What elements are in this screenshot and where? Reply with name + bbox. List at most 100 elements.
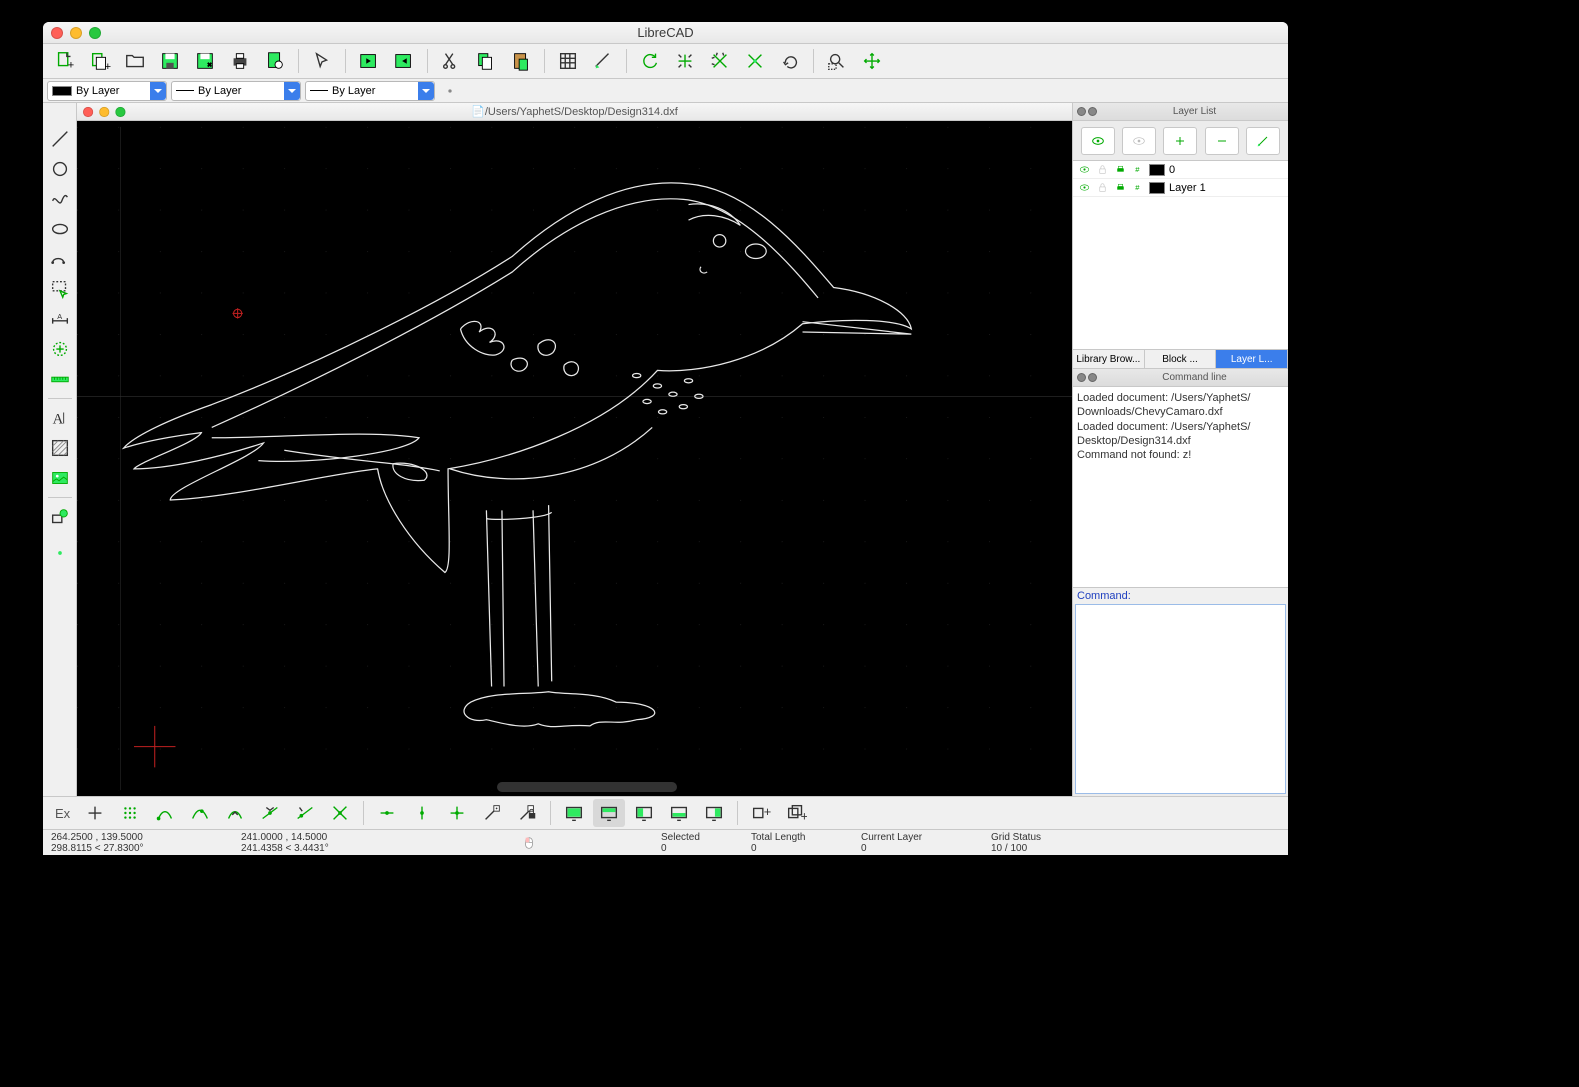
restrict-nothing-button[interactable] xyxy=(371,799,403,827)
window-minimize-button[interactable] xyxy=(70,27,82,39)
layer-panel-float-icon[interactable] xyxy=(1088,107,1097,116)
screen3-button[interactable] xyxy=(628,799,660,827)
zoom-pan-button[interactable] xyxy=(856,47,888,75)
snap-grid-button[interactable] xyxy=(114,799,146,827)
measure-tool-button[interactable] xyxy=(46,365,74,393)
cmd-panel-float-icon[interactable] xyxy=(1088,373,1097,382)
open-file-button[interactable] xyxy=(119,47,151,75)
lock-relative-zero-button[interactable] xyxy=(511,799,543,827)
tab-block[interactable]: Block ... xyxy=(1145,350,1217,368)
layer-row[interactable]: # Layer 1 xyxy=(1073,179,1288,197)
dimension-tool-button[interactable]: A xyxy=(46,305,74,333)
save-button[interactable] xyxy=(154,47,186,75)
save-as-button[interactable] xyxy=(189,47,221,75)
zoom-previous-button[interactable] xyxy=(774,47,806,75)
zoom-auto-button[interactable] xyxy=(739,47,771,75)
print-button[interactable] xyxy=(224,47,256,75)
selection-pointer-button[interactable] xyxy=(306,47,338,75)
horizontal-scrollbar[interactable] xyxy=(497,782,677,792)
ellipse-tool-button[interactable] xyxy=(46,215,74,243)
window-zoom-button[interactable] xyxy=(89,27,101,39)
document-path: 📄/Users/YaphetS/Desktop/Design314.dxf xyxy=(77,105,1072,118)
command-panel-header: Command line xyxy=(1073,369,1288,387)
snap-on-entity-button[interactable] xyxy=(184,799,216,827)
new-file-button[interactable]: + xyxy=(49,47,81,75)
zoom-in-button[interactable] xyxy=(669,47,701,75)
copy-button[interactable] xyxy=(470,47,502,75)
ex-snap-label[interactable]: Ex xyxy=(49,806,76,821)
cut-button[interactable] xyxy=(435,47,467,75)
select-tool-button[interactable] xyxy=(46,275,74,303)
paste-button[interactable] xyxy=(505,47,537,75)
undo-button[interactable] xyxy=(353,47,385,75)
eye-icon[interactable] xyxy=(1077,163,1091,177)
grid-button[interactable] xyxy=(552,47,584,75)
cmd-panel-close-icon[interactable] xyxy=(1077,373,1086,382)
construction-icon[interactable]: # xyxy=(1131,163,1145,177)
layer-color-swatch[interactable] xyxy=(1149,182,1165,194)
block-tool-button[interactable] xyxy=(46,503,74,531)
window-close-button[interactable] xyxy=(51,27,63,39)
zoom-window-button[interactable] xyxy=(821,47,853,75)
circle-tool-button[interactable] xyxy=(46,155,74,183)
eye-icon[interactable] xyxy=(1077,181,1091,195)
command-input[interactable] xyxy=(1075,604,1286,794)
layer-color-swatch[interactable] xyxy=(1149,164,1165,176)
tab-library[interactable]: Library Brow... xyxy=(1073,350,1145,368)
linetype-options-button[interactable] xyxy=(439,81,461,101)
layer-panel-close-icon[interactable] xyxy=(1077,107,1086,116)
print-icon[interactable] xyxy=(1113,163,1127,177)
snap-distance-button[interactable] xyxy=(289,799,321,827)
image-tool-button[interactable] xyxy=(46,464,74,492)
layer-list[interactable]: # 0 # Layer 1 xyxy=(1073,161,1288,349)
polar-coord: 298.8115 < 27.8300° xyxy=(51,843,201,854)
layer-hide-all-button[interactable] xyxy=(1122,127,1156,155)
snap-middle-button[interactable] xyxy=(254,799,286,827)
right-panel-tabs: Library Brow... Block ... Layer L... xyxy=(1073,349,1288,369)
svg-text:#: # xyxy=(1135,183,1140,192)
snap-center-button[interactable] xyxy=(219,799,251,827)
layer-row[interactable]: # 0 xyxy=(1073,161,1288,179)
svg-text:+: + xyxy=(105,61,111,72)
modify-tool-button[interactable] xyxy=(46,335,74,363)
hatch-tool-button[interactable] xyxy=(46,434,74,462)
linetype-combo[interactable]: By Layer xyxy=(305,81,435,101)
print-preview-button[interactable] xyxy=(259,47,291,75)
restrict-orthogonal-button[interactable] xyxy=(406,799,438,827)
linewidth-combo[interactable]: By Layer xyxy=(171,81,301,101)
construction-icon[interactable]: # xyxy=(1131,181,1145,195)
property-bar: By Layer By Layer By Layer xyxy=(43,79,1288,103)
add-view-button[interactable]: + xyxy=(745,799,777,827)
layer-show-all-button[interactable] xyxy=(1081,127,1115,155)
snap-free-button[interactable] xyxy=(79,799,111,827)
redo-button[interactable] xyxy=(388,47,420,75)
relative-zero-button[interactable] xyxy=(476,799,508,827)
lock-icon[interactable] xyxy=(1095,181,1109,195)
redraw-button[interactable] xyxy=(634,47,666,75)
curve-tool-button[interactable] xyxy=(46,185,74,213)
zoom-out-button[interactable] xyxy=(704,47,736,75)
layer-add-button[interactable] xyxy=(1163,127,1197,155)
tab-layer[interactable]: Layer L... xyxy=(1216,350,1288,368)
color-combo[interactable]: By Layer xyxy=(47,81,167,101)
line-tool-button[interactable] xyxy=(46,125,74,153)
draft-mode-button[interactable] xyxy=(587,47,619,75)
layer-edit-button[interactable] xyxy=(1246,127,1280,155)
print-icon[interactable] xyxy=(1113,181,1127,195)
polyline-tool-button[interactable] xyxy=(46,245,74,273)
screen5-button[interactable] xyxy=(698,799,730,827)
remove-view-button[interactable]: + xyxy=(780,799,812,827)
screen1-button[interactable] xyxy=(558,799,590,827)
snap-endpoint-button[interactable] xyxy=(149,799,181,827)
screen2-button[interactable] xyxy=(593,799,625,827)
restrict-horizontal-button[interactable] xyxy=(441,799,473,827)
lock-icon[interactable] xyxy=(1095,163,1109,177)
text-tool-button[interactable]: A xyxy=(46,404,74,432)
screen4-button[interactable] xyxy=(663,799,695,827)
main-toolbar: + + xyxy=(43,44,1288,79)
current-layer: 0 xyxy=(861,843,951,854)
drawing-canvas[interactable] xyxy=(77,121,1072,796)
new-template-button[interactable]: + xyxy=(84,47,116,75)
snap-intersection-button[interactable] xyxy=(324,799,356,827)
layer-remove-button[interactable] xyxy=(1205,127,1239,155)
